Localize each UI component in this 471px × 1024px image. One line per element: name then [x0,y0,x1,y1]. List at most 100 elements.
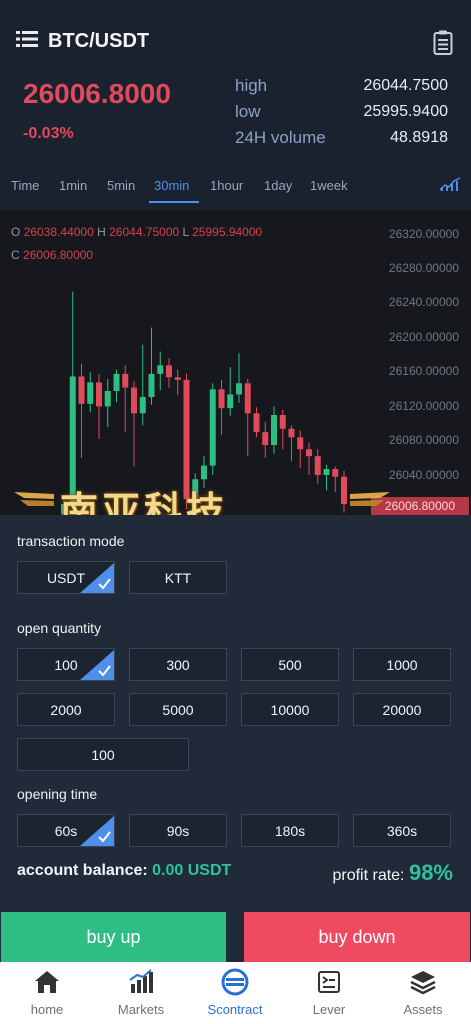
y-tick: 26120.00000 [388,399,459,413]
nav-markets[interactable]: Markets [94,962,188,1024]
quantity-option[interactable]: 20000 [353,693,451,726]
time-option[interactable]: 60s [17,814,115,847]
watermark-wing-left [14,492,54,506]
high-value: 26044.7500 [363,77,448,94]
markets-icon [129,969,153,993]
candle-body [236,383,242,395]
candle-body [139,397,146,414]
bottom-nav: home Markets Scontract Lever Assets [0,962,471,1024]
quantity-option[interactable]: 500 [241,648,339,681]
selected-check-icon [80,563,114,593]
candle-body [218,389,225,409]
buy-up-button[interactable]: buy up [1,912,226,962]
order-record-icon[interactable] [433,30,453,61]
tab-1hour[interactable]: 1hour [210,178,243,193]
candle-body [314,456,321,475]
profit-rate: profit rate: 98% [332,860,453,885]
tab-30min[interactable]: 30min [154,178,189,193]
low-label: low [235,102,261,121]
candle-body [279,415,286,429]
mode-option-ktt[interactable]: KTT [129,561,227,594]
candle-body [288,428,295,438]
candle-body [323,469,330,475]
watermark-wing-right [350,492,390,506]
candle-body [96,382,102,407]
order-panel: transaction mode USDT KTT open quantity … [0,515,471,910]
quantity-option[interactable]: 5000 [129,693,227,726]
lever-icon [318,971,340,993]
tab-5min[interactable]: 5min [107,178,135,193]
candle-body [209,389,216,466]
nav-home[interactable]: home [0,962,94,1024]
quantity-option[interactable]: 300 [129,648,227,681]
mode-option-usdt[interactable]: USDT [17,561,115,594]
candle-body [227,394,234,409]
nav-assets[interactable]: Assets [376,962,470,1024]
y-tick: 26200.00000 [388,330,459,344]
interval-tabs: Time 1min 5min 30min 1hour 1day 1week [0,170,471,203]
y-tick: 26320.00000 [388,227,459,241]
account-balance-value: 0.00 USDT [152,862,232,879]
y-tick: 26160.00000 [388,364,459,378]
candle-body [157,365,164,374]
pair-title: BTC/USDT [48,30,150,52]
time-option[interactable]: 90s [129,814,227,847]
depth-chart-icon[interactable] [439,176,461,197]
watermark-text: 南亚科技 [60,491,229,515]
candle-body [78,376,85,404]
custom-quantity-input[interactable]: 100 [17,738,189,771]
transaction-mode-label: transaction mode [17,533,125,549]
account-balance: account balance: 0.00 USDT [17,862,232,879]
y-tick: 26080.00000 [388,433,459,447]
candle-body [87,382,94,404]
home-icon [35,971,59,993]
market-header: BTC/USDT 26006.8000 -0.03% high 26044.75… [0,0,471,210]
candle-body [166,365,172,378]
buy-down-button[interactable]: buy down [244,912,470,962]
active-tab-indicator [149,201,199,203]
last-price: 26006.8000 [23,78,171,109]
y-tick: 26280.00000 [388,261,459,275]
volume-value: 48.8918 [390,129,448,146]
candles-layer [61,291,347,515]
candle-body [131,387,137,414]
volume-label: 24H volume [235,128,326,147]
candlestick-chart[interactable]: O 26038.44000 H 26044.75000 L 25995.9400… [0,210,471,515]
quantity-option[interactable]: 100 [17,648,115,681]
candle-body [148,373,155,397]
assets-icon [410,971,436,995]
nav-lever[interactable]: Lever [282,962,376,1024]
candle-body [104,391,111,407]
price-change: -0.03% [23,125,74,142]
pair-selector[interactable]: BTC/USDT [16,30,149,53]
tab-1day[interactable]: 1day [264,178,292,193]
tab-time[interactable]: Time [11,178,39,193]
candle-body [262,432,269,445]
high-label: high [235,76,268,95]
candle-body [306,449,312,457]
candle-body [297,437,304,450]
time-option[interactable]: 180s [241,814,339,847]
y-tick: 26240.00000 [388,295,459,309]
quantity-option[interactable]: 2000 [17,693,115,726]
tab-1min[interactable]: 1min [59,178,87,193]
candle-body [341,476,347,505]
selected-check-icon [80,816,114,846]
tab-1week[interactable]: 1week [310,178,348,193]
candle-body [201,465,207,480]
opening-time-label: opening time [17,786,98,802]
candle-body [332,469,339,477]
selected-check-icon [80,650,114,680]
candle-body [122,373,129,388]
quantity-option[interactable]: 10000 [241,693,339,726]
contract-icon [221,968,249,996]
open-quantity-label: open quantity [17,620,102,636]
candle-body [113,373,120,391]
nav-scontract[interactable]: Scontract [188,962,282,1024]
y-tick: 26040.00000 [388,468,459,482]
menu-list-icon[interactable] [16,30,38,53]
low-value: 25995.9400 [363,103,448,120]
time-option[interactable]: 360s [353,814,451,847]
quantity-option[interactable]: 1000 [353,648,451,681]
profit-rate-value: 98% [408,860,453,885]
